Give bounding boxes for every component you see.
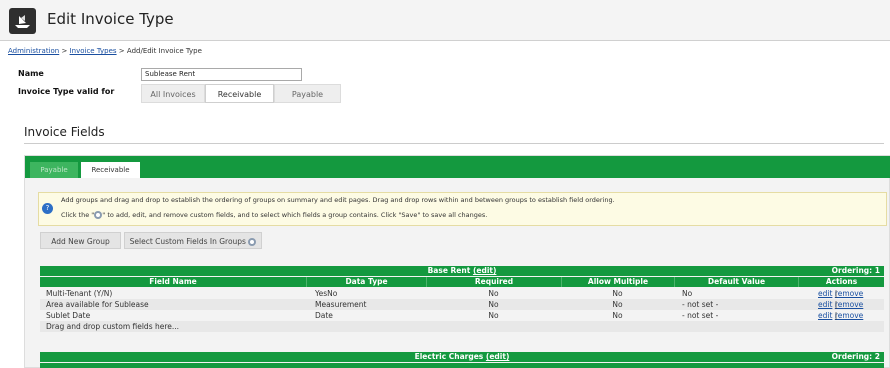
default-value-cell: - not set - [682, 300, 719, 309]
actions-separator: | [834, 311, 838, 320]
section-divider [24, 143, 884, 144]
info-text-prefix: Click the " [61, 211, 95, 219]
column-required: Required [426, 277, 561, 287]
group-name: Electric Charges [414, 352, 484, 361]
edit-link[interactable]: edit [818, 311, 832, 320]
allow-multiple-cell: No [612, 311, 623, 320]
remove-link[interactable]: remove [835, 311, 863, 320]
field-name-cell: Multi-Tenant (Y/N) [46, 289, 113, 298]
data-type-cell: YesNo [315, 289, 338, 298]
help-icon: ? [42, 203, 53, 214]
group-name: Base Rent [427, 266, 471, 275]
column-allow-multiple: Allow Multiple [561, 277, 674, 287]
name-input[interactable]: Sublease Rent [141, 68, 302, 81]
page-title: Edit Invoice Type [47, 10, 174, 28]
data-type-cell: Measurement [315, 300, 367, 309]
group-header-electric-charges: Electric Charges (edit) Ordering: 2 [40, 352, 884, 362]
remove-link[interactable]: remove [835, 289, 863, 298]
table-row[interactable]: Multi-Tenant (Y/N) YesNo No No No edit |… [40, 288, 884, 299]
allow-multiple-cell: No [612, 289, 623, 298]
column-header-row: Field Name Data Type Required Allow Mult… [40, 277, 884, 287]
drop-zone[interactable]: Drag and drop custom fields here... [40, 321, 884, 332]
gear-icon [248, 238, 257, 246]
info-text-line-2: Click the " " to add, edit, and remove cu… [61, 211, 487, 219]
actions-separator: | [834, 289, 838, 298]
column-field-name: Field Name [149, 277, 197, 286]
select-custom-fields-label: Select Custom Fields In Groups [129, 237, 246, 246]
column-data-type: Data Type [306, 277, 426, 287]
default-value-cell: No [682, 289, 693, 298]
tab-bar [25, 156, 890, 178]
required-cell: No [488, 300, 499, 309]
table-row[interactable]: Sublet Date Date No No - not set - edit … [40, 310, 884, 321]
breadcrumb-invoice-types[interactable]: Invoice Types [70, 47, 117, 55]
add-new-group-button[interactable]: Add New Group [40, 232, 121, 249]
column-default-value: Default Value [674, 277, 798, 287]
page-header: Edit Invoice Type [0, 0, 890, 41]
invoice-fields-title: Invoice Fields [24, 125, 105, 139]
valid-for-receivable[interactable]: Receivable [205, 84, 274, 103]
column-actions: Actions [798, 277, 884, 287]
group-ordering: Ordering: 1 [831, 266, 880, 275]
group-header-base-rent: Base Rent (edit) Ordering: 1 [40, 266, 884, 276]
actions-cell: edit | remove [818, 310, 863, 321]
actions-cell: edit | remove [818, 288, 863, 299]
column-header-row-partial [40, 363, 884, 368]
info-text-suffix: " to add, edit, and remove custom fields… [102, 211, 488, 219]
breadcrumb-administration[interactable]: Administration [8, 47, 59, 55]
breadcrumb-separator: > [61, 47, 68, 55]
invoice-fields-panel [24, 155, 890, 368]
valid-for-label: Invoice Type valid for [18, 87, 115, 96]
table-row[interactable]: Area available for Sublease Measurement … [40, 299, 884, 310]
default-value-cell: - not set - [682, 311, 719, 320]
breadcrumb-current: Add/Edit Invoice Type [126, 47, 202, 55]
actions-separator: | [834, 300, 838, 309]
tab-payable[interactable]: Payable [30, 162, 78, 178]
edit-link[interactable]: edit [818, 289, 832, 298]
valid-for-payable[interactable]: Payable [274, 84, 341, 103]
ship-icon [9, 8, 36, 34]
field-name-cell: Sublet Date [46, 311, 91, 320]
data-type-cell: Date [315, 311, 333, 320]
select-custom-fields-button[interactable]: Select Custom Fields In Groups [124, 232, 262, 249]
required-cell: No [488, 311, 499, 320]
tab-receivable[interactable]: Receivable [81, 162, 140, 178]
edit-link[interactable]: edit [818, 300, 832, 309]
allow-multiple-cell: No [612, 300, 623, 309]
group-ordering: Ordering: 2 [831, 352, 880, 361]
actions-cell: edit | remove [818, 299, 863, 310]
breadcrumb-separator: > [118, 47, 125, 55]
info-text-line-1: Add groups and drag and drop to establis… [61, 196, 615, 204]
breadcrumb: Administration > Invoice Types > Add/Edi… [8, 47, 202, 55]
remove-link[interactable]: remove [835, 300, 863, 309]
group-edit-link[interactable]: (edit) [473, 266, 496, 275]
valid-for-all-invoices[interactable]: All Invoices [141, 84, 205, 103]
group-edit-link[interactable]: (edit) [486, 352, 509, 361]
drop-hint: Drag and drop custom fields here... [46, 322, 180, 331]
name-label: Name [18, 69, 44, 78]
field-name-cell: Area available for Sublease [46, 300, 149, 309]
required-cell: No [488, 289, 499, 298]
